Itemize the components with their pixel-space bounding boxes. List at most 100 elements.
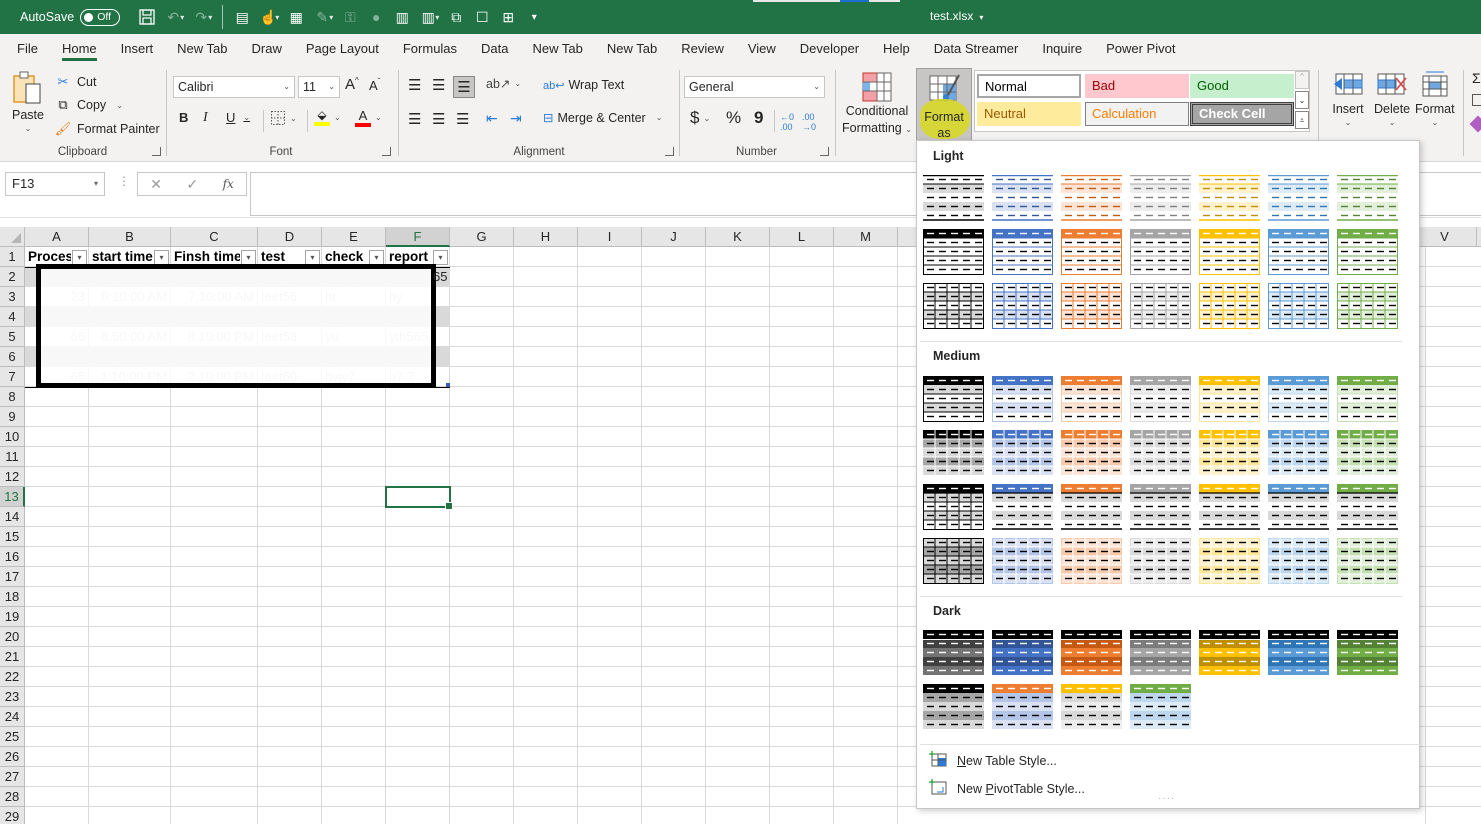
table-style-medium-23[interactable] [992,538,1053,584]
percent-button[interactable]: % [726,108,741,128]
table-style-medium-2[interactable] [992,376,1053,422]
table-style-dark-11[interactable] [1130,684,1191,730]
table-style-medium-15[interactable] [923,484,984,530]
styles-more-button[interactable]: ⩡ [1295,111,1309,129]
column-header-i[interactable]: I [578,227,642,247]
merge-center-button[interactable]: ⊟ Merge & Center ⌄ [543,110,663,126]
table-style-medium-16[interactable] [992,484,1053,530]
edit-dropdown-icon[interactable]: ▾ [329,13,333,22]
copy-dropdown-icon[interactable]: ⌄ [116,101,123,110]
row-header-24[interactable]: 24 [0,707,25,727]
table-style-medium-27[interactable] [1268,538,1329,584]
clear-icon[interactable] [1469,115,1481,133]
table-style-medium-1[interactable] [923,376,984,422]
table-style-dark-6[interactable] [1268,630,1329,676]
tab-new-tab[interactable]: New Tab [165,34,239,64]
table-style-light-17[interactable] [1061,283,1122,329]
row-header-13[interactable]: 13 [0,487,25,507]
table-style-medium-9[interactable] [992,430,1053,476]
table-style-light-3[interactable] [1061,175,1122,221]
fill-color-dropdown-icon[interactable]: ⌄ [334,113,341,122]
conditional-formatting-button[interactable]: Conditional Formatting ⌄ [842,72,912,138]
row-header-26[interactable]: 26 [0,747,25,767]
row-header-5[interactable]: 5 [0,327,25,347]
tab-view[interactable]: View [736,34,788,64]
bottom-align-button[interactable]: ☰ [453,76,475,98]
styles-scroll-up[interactable]: ^ [1295,71,1309,89]
font-launcher-icon[interactable] [382,147,391,156]
borders-button[interactable]: ⌄ [270,110,297,126]
table-style-dark-1[interactable] [923,630,984,676]
table-style-light-16[interactable] [992,283,1053,329]
table-style-medium-21[interactable] [1337,484,1398,530]
currency-button[interactable]: $ ⌄ [690,108,710,128]
format-as-table-button[interactable]: Format asTable ⌄ [916,68,972,156]
lock-icon[interactable]: ⚿ [337,4,363,30]
cell-style-check-cell[interactable]: Check Cell [1190,102,1294,126]
name-box-dropdown-icon[interactable]: ▾ [94,173,98,195]
fill-icon[interactable] [1472,94,1481,106]
table-style-medium-18[interactable] [1130,484,1191,530]
font-name-dropdown-icon[interactable]: ⌄ [283,77,290,97]
redo-dropdown-icon[interactable]: ▾ [208,13,212,22]
table-style-dark-7[interactable] [1337,630,1398,676]
filter-dropdown-button[interactable]: ▾ [72,250,87,265]
grow-font-button[interactable]: A ^ [345,76,359,93]
autosave-toggle[interactable]: Off [80,8,121,26]
filter-dropdown-button[interactable]: ▾ [433,250,448,265]
row-header-6[interactable]: 6 [0,347,25,367]
table-style-medium-19[interactable] [1199,484,1260,530]
tab-data[interactable]: Data [469,34,520,64]
decrease-decimal-button[interactable]: .00 →0 [802,112,816,132]
touch-dropdown-icon[interactable]: ▾ [275,13,279,22]
font-color-dropdown-icon[interactable]: ⌄ [375,113,382,122]
save-icon[interactable] [134,4,160,30]
insert-function-icon[interactable]: fx [223,177,234,191]
row-header-18[interactable]: 18 [0,587,25,607]
formula-bar-grip[interactable]: ⋮ [118,174,130,188]
font-color-button[interactable]: A ⌄ [355,108,382,127]
middle-align-button[interactable]: ☰ [432,76,445,94]
table-style-light-7[interactable] [1337,175,1398,221]
table-resize-handle[interactable] [446,383,450,387]
row-header-1[interactable]: 1 [0,247,25,267]
table-style-medium-26[interactable] [1199,538,1260,584]
new-pivottable-style-item[interactable]: New PivotTable Style... [929,779,1085,798]
orientation-button[interactable]: ab↗ ⌄ [486,76,521,91]
comma-button[interactable]: 9 [754,108,763,128]
tab-formulas[interactable]: Formulas [391,34,469,64]
shrink-font-button[interactable]: Aˇ [369,77,380,93]
customize-qat-icon[interactable]: ▾ [521,4,547,30]
table-style-medium-5[interactable] [1199,376,1260,422]
delete-cells-button[interactable]: Delete ⌄ [1374,72,1410,127]
gallery-resize-grip[interactable]: ···· [1158,793,1175,804]
top-align-button[interactable]: ☰ [408,76,421,94]
table-style-light-2[interactable] [992,175,1053,221]
table-style-medium-10[interactable] [1061,430,1122,476]
cell-style-normal[interactable]: Normal [977,74,1081,98]
paste-button[interactable]: Paste ⌄ [12,70,44,133]
column-header-j[interactable]: J [642,227,706,247]
column-header-b[interactable]: B [89,227,171,247]
tab-file[interactable]: File [0,34,50,64]
enter-icon[interactable]: ✓ [186,176,198,193]
table-style-medium-4[interactable] [1130,376,1191,422]
row-header-3[interactable]: 3 [0,287,25,307]
decrease-indent-button[interactable]: ⇤ [486,110,498,127]
filter-dropdown-button[interactable]: ▾ [154,250,169,265]
merge-dropdown-icon[interactable]: ⌄ [656,113,663,122]
row-header-19[interactable]: 19 [0,607,25,627]
table-style-dark-3[interactable] [1061,630,1122,676]
table-style-medium-8[interactable] [923,430,984,476]
table-style-light-21[interactable] [1337,283,1398,329]
hierarchy-icon[interactable]: ⊞ [495,4,521,30]
wrap-text-button[interactable]: ab↩ Wrap Text [543,78,624,92]
table-style-light-1[interactable] [923,175,984,221]
table-style-dark-8[interactable] [923,684,984,730]
tab-data-streamer[interactable]: Data Streamer [922,34,1031,64]
table-style-light-9[interactable] [992,229,1053,275]
table-style-dark-4[interactable] [1130,630,1191,676]
increase-decimal-button[interactable]: ←0.00 [780,112,794,132]
table-style-medium-13[interactable] [1268,430,1329,476]
filter-dropdown-button[interactable]: ▾ [305,250,320,265]
